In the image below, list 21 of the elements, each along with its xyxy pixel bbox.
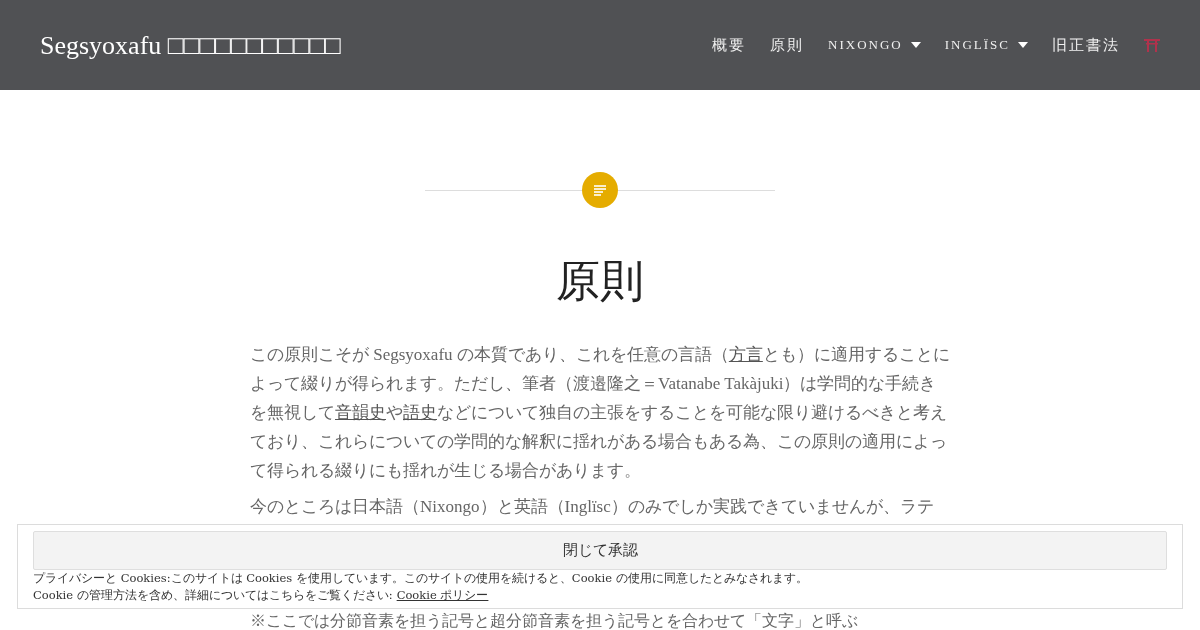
gate-icon[interactable] <box>1144 38 1160 52</box>
cookie-policy-link[interactable]: Cookie ポリシー <box>396 587 489 604</box>
text-link[interactable]: 方言 <box>728 345 763 364</box>
nav-dropdown[interactable]: INGLÏSC <box>944 35 1028 55</box>
nav-link[interactable]: 旧正書法 <box>1052 33 1120 57</box>
text-link[interactable]: 語史 <box>403 403 437 422</box>
nav-link[interactable]: 概要 <box>712 33 747 57</box>
caret-icon <box>1018 42 1028 48</box>
accept-button[interactable]: 閉じて承認 <box>33 531 1167 570</box>
cookie-notice: プライバシーと Cookies:このサイトは Cookies を使用しています。このサイトの使用を続けると、Cookie の使用に同意したとみなされます。 <box>33 570 809 587</box>
paragraph: ※ここでは分節音素を担う記号と超分節音素を担う記号とを合わせて「文字」と呼ぶ <box>250 612 859 630</box>
nav-dropdown[interactable]: NIXONGO <box>828 35 921 55</box>
article-title: 原則 <box>556 254 644 308</box>
caret-icon <box>910 42 921 48</box>
text-link[interactable]: 音韻史 <box>335 403 386 422</box>
paragraph: 今のところは日本語（Nixongo）と英語（Inglïsc）のみでしか実践できていませんが、ラテ <box>250 497 935 517</box>
site-title[interactable]: Segsyoxafu □□□□□□□□□□□ <box>40 25 341 65</box>
paragraph: この原則こそが Segsyoxafu の本質であり、これを任意の言語（方言とも）に適用することによって綴りが得られます。ただし、筆者（渡邉隆之＝Vatanabe Takàjuki）は学問的な手続きを無視して音韻史や語史などについて独自の主張をすることを可能な限り避けるべきと考えており、これらについての学問的な解釈に揺れがある場合もある為、この原則の適用によって得られる綴りにも揺れが生じる場合があります。 <box>250 344 950 482</box>
text-format-icon <box>582 172 618 208</box>
cookie-notice: Cookie の管理方法を含め、詳細についてはこちらをご覧ください: <box>33 587 393 604</box>
nav-link[interactable]: 原則 <box>770 33 805 57</box>
